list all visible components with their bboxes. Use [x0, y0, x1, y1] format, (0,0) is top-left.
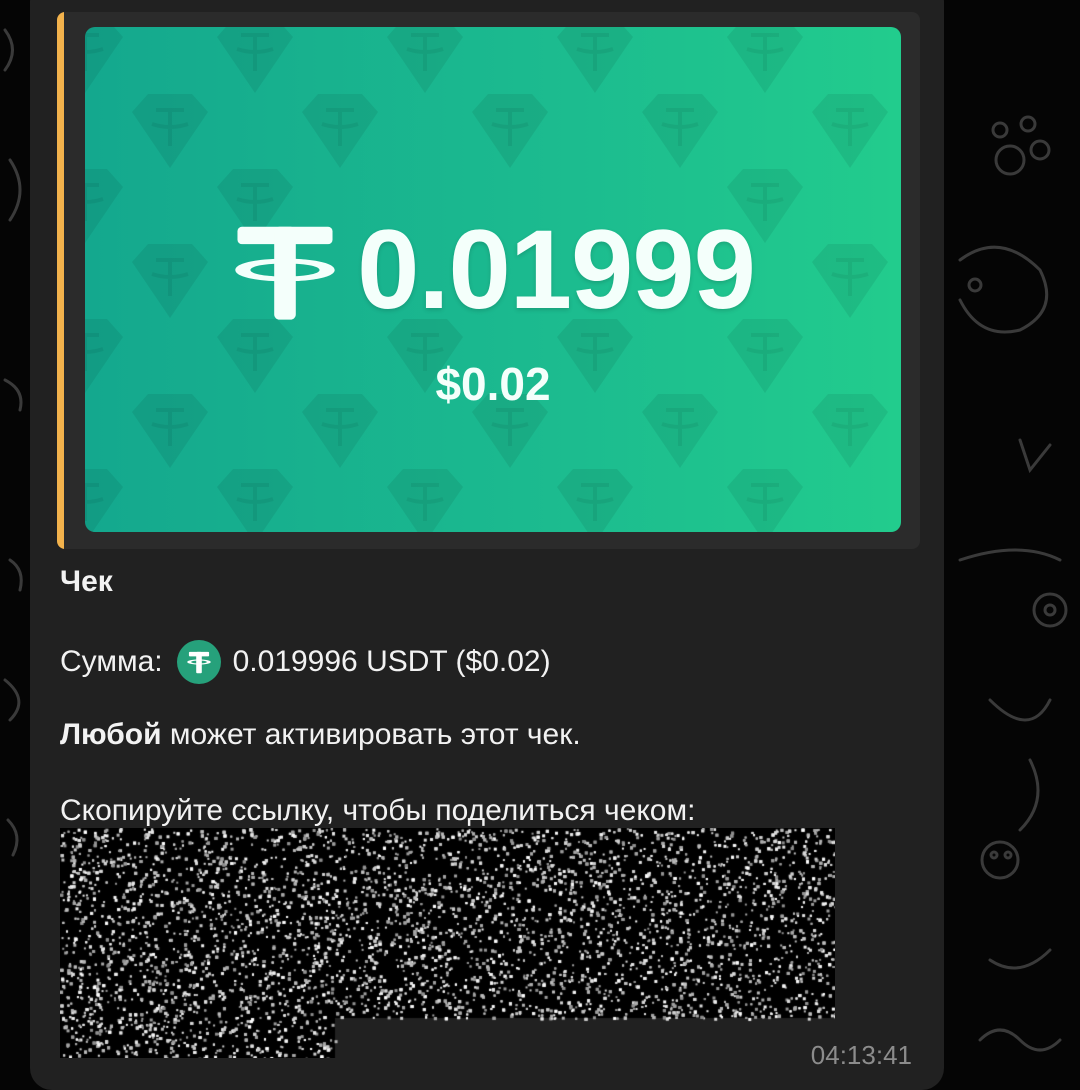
sum-value: 0.019996 USDT ($0.02) — [232, 645, 551, 678]
anyone-rest: может активировать этот чек. — [161, 718, 581, 751]
check-card-image[interactable]: 0.01999 $0.02 — [85, 27, 901, 532]
anyone-bold: Любой — [60, 718, 162, 751]
sum-line: Сумма: 0.019996 USDT ($0.02) — [60, 640, 551, 684]
tether-icon — [235, 226, 335, 320]
card-fiat-amount: $0.02 — [435, 358, 551, 410]
sum-label: Сумма: — [60, 645, 163, 678]
redacted-link[interactable] — [60, 828, 835, 1058]
preview-accent-bar — [57, 12, 64, 549]
anyone-line: Любой может активировать этот чек. — [60, 718, 581, 752]
usdt-coin-icon — [176, 640, 221, 684]
link-preview[interactable]: 0.01999 $0.02 — [57, 12, 920, 549]
message-timestamp: 04:13:41 — [810, 1040, 912, 1070]
copy-instruction: Скопируйте ссылку, чтобы поделиться чеко… — [60, 794, 696, 827]
card-crypto-amount: 0.01999 — [357, 207, 756, 332]
check-title: Чек — [60, 565, 113, 598]
